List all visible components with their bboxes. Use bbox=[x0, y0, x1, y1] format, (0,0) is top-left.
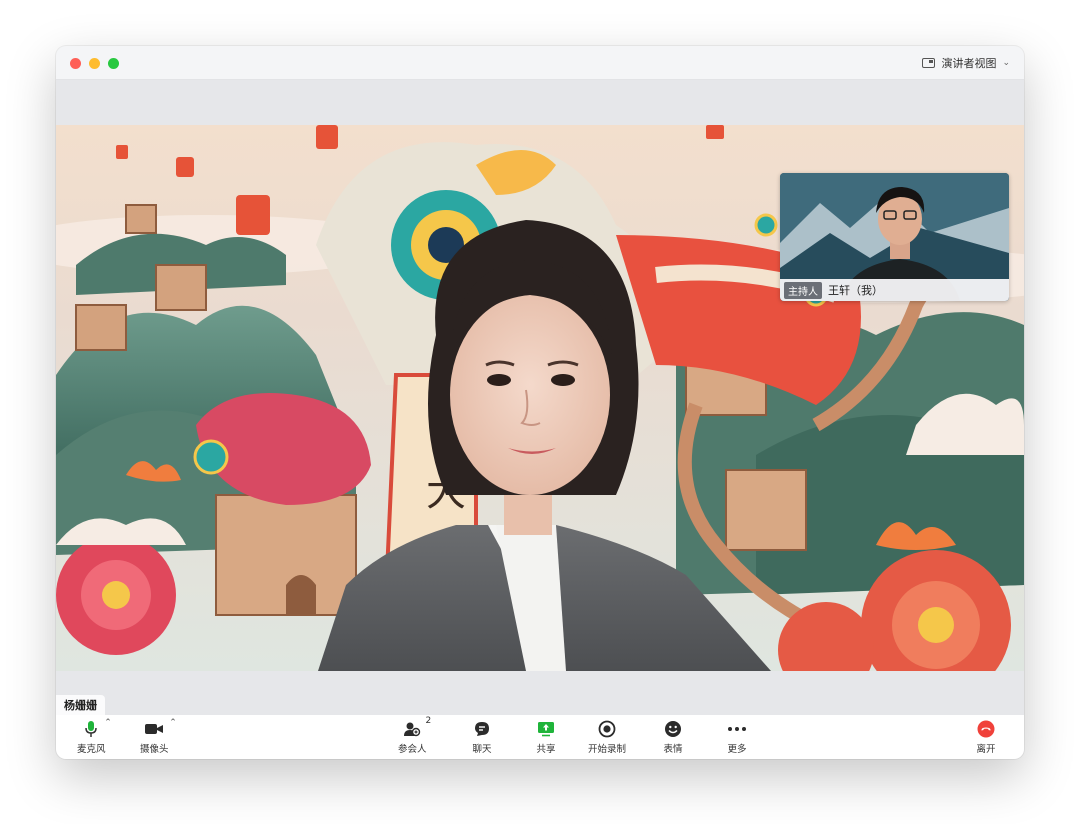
meeting-toolbar: ⌃ 麦克风 ⌃ 摄像头 2 参会人 聊天 共享 开始录制 表情 更多 离开 bbox=[56, 715, 1024, 759]
self-video-tile[interactable]: 主持人 王轩（我） bbox=[780, 173, 1009, 301]
leave-label: 离开 bbox=[976, 744, 996, 755]
camera-button[interactable]: ⌃ 摄像头 bbox=[140, 718, 177, 755]
share-screen-icon bbox=[535, 720, 557, 738]
leave-meeting-button[interactable]: 离开 bbox=[975, 720, 997, 755]
chat-icon bbox=[471, 720, 493, 738]
hang-up-icon bbox=[975, 720, 997, 738]
mic-label: 麦克风 bbox=[77, 744, 106, 755]
participants-label: 参会人 bbox=[398, 744, 427, 755]
reaction-button[interactable]: 表情 bbox=[662, 720, 684, 755]
camera-options-chevron-icon[interactable]: ⌃ bbox=[169, 718, 177, 728]
self-participant-name: 王轩（我） bbox=[828, 284, 883, 297]
share-screen-button[interactable]: 共享 bbox=[535, 720, 557, 755]
close-window-button[interactable] bbox=[70, 58, 81, 69]
host-badge: 主持人 bbox=[784, 281, 822, 299]
reaction-label: 表情 bbox=[663, 744, 683, 755]
microphone-icon: ⌃ bbox=[80, 718, 112, 738]
meeting-window: 演讲者视图 ⌄ 主持人 王轩（我） 杨姗姗 ⌃ 麦克风 ⌃ 摄像头 2 参会人 … bbox=[56, 46, 1024, 759]
share-label: 共享 bbox=[536, 744, 556, 755]
speaker-view-icon bbox=[922, 58, 936, 68]
speaker-name-tag: 杨姗姗 bbox=[56, 695, 105, 715]
chat-button[interactable]: 聊天 bbox=[471, 720, 493, 755]
view-mode-switch[interactable]: 演讲者视图 ⌄ bbox=[922, 54, 1010, 72]
more-icon bbox=[726, 720, 748, 738]
self-video-label: 主持人 王轩（我） bbox=[780, 279, 1009, 301]
more-label: 更多 bbox=[727, 744, 747, 755]
record-label: 开始录制 bbox=[588, 744, 627, 755]
camera-icon: ⌃ bbox=[143, 718, 177, 738]
minimize-window-button[interactable] bbox=[89, 58, 100, 69]
participants-icon: 2 bbox=[401, 716, 431, 738]
view-mode-label: 演讲者视图 bbox=[941, 57, 997, 70]
participants-button[interactable]: 2 参会人 bbox=[398, 716, 431, 755]
record-icon bbox=[596, 720, 618, 738]
title-bar: 演讲者视图 ⌄ bbox=[56, 46, 1024, 80]
chevron-down-icon: ⌄ bbox=[1002, 58, 1010, 68]
chat-label: 聊天 bbox=[472, 744, 492, 755]
participants-count: 2 bbox=[425, 716, 432, 726]
camera-label: 摄像头 bbox=[140, 744, 169, 755]
maximize-window-button[interactable] bbox=[108, 58, 119, 69]
mic-options-chevron-icon[interactable]: ⌃ bbox=[104, 718, 112, 728]
emoji-icon bbox=[662, 720, 684, 738]
more-button[interactable]: 更多 bbox=[726, 720, 748, 755]
mic-button[interactable]: ⌃ 麦克风 bbox=[77, 718, 112, 755]
record-button[interactable]: 开始录制 bbox=[588, 720, 626, 755]
main-video: 大 bbox=[56, 125, 1024, 671]
